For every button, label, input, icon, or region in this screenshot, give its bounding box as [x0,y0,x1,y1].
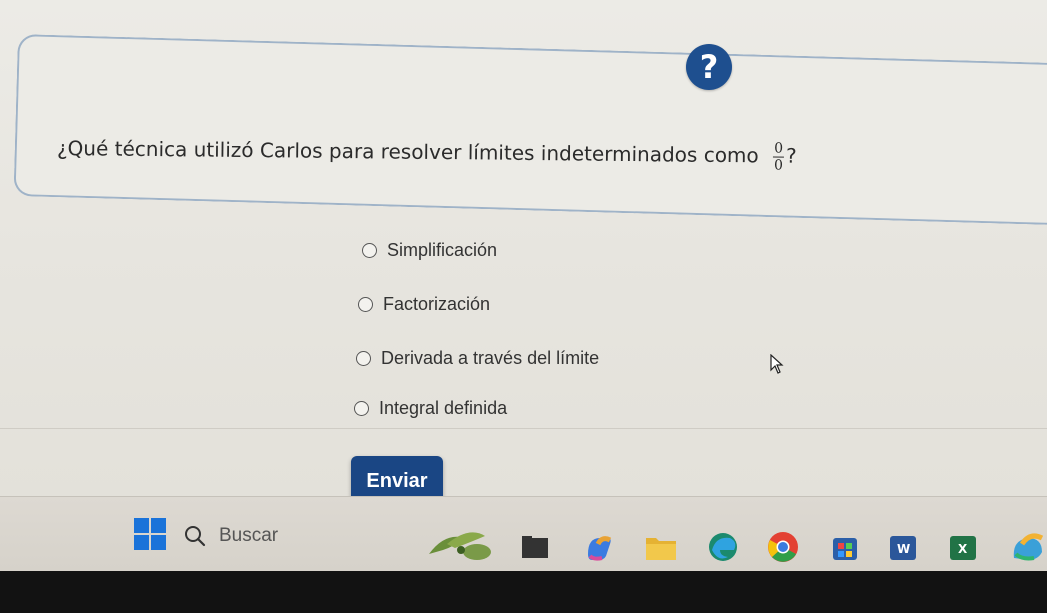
help-icon-glyph: ? [699,48,719,86]
fraction-denominator: 0 [773,157,784,174]
radio-button[interactable] [358,297,373,312]
app-icon[interactable] [1008,530,1047,564]
question-card [13,34,1047,226]
svg-text:W: W [897,542,910,556]
radio-button[interactable] [362,243,377,258]
question-suffix: ? [785,143,797,168]
search-placeholder: Buscar [219,525,279,546]
fraction-numerator: 0 [774,140,784,157]
widgets-icon[interactable] [425,524,497,564]
mouse-cursor-icon [770,353,786,380]
copilot-icon[interactable] [582,530,616,564]
option-label: Simplificación [387,240,498,260]
radio-button[interactable] [354,401,369,416]
search-icon [185,526,206,547]
svg-text:X: X [958,542,968,556]
divider [0,428,1047,429]
question-label: ¿Qué técnica utilizó Carlos para resolve… [56,136,759,168]
radio-button[interactable] [356,351,371,366]
windows-start-icon[interactable] [134,518,166,550]
edge-icon[interactable] [706,530,740,564]
excel-icon[interactable]: X [946,530,980,564]
option-integral[interactable]: Integral definida [354,398,507,419]
option-factorizacion[interactable]: Factorización [358,294,490,315]
help-icon: ? [686,44,732,90]
option-label: Factorización [383,294,491,314]
option-label: Integral definida [379,398,508,418]
taskbar-search[interactable]: Buscar [183,516,383,556]
file-explorer-icon[interactable] [518,530,552,564]
option-label: Derivada a través del límite [381,348,600,368]
fraction: 0 0 [773,140,785,174]
screen-bezel [0,571,1047,613]
store-icon[interactable] [828,530,862,564]
option-simplificacion[interactable]: Simplificación [362,240,497,261]
chrome-icon[interactable] [766,530,800,564]
word-icon[interactable]: W [886,530,920,564]
option-derivada[interactable]: Derivada a través del límite [356,348,599,369]
folder-icon[interactable] [644,530,678,564]
